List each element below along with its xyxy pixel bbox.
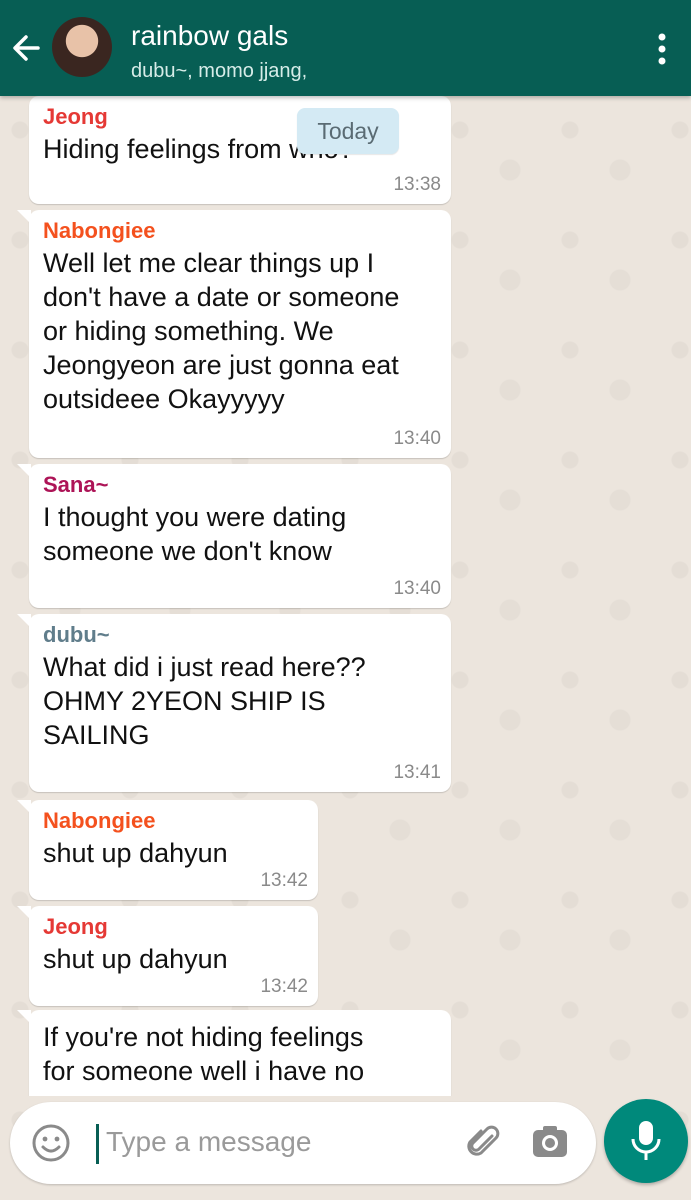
message-time: 13:40 (393, 428, 441, 449)
message-bubble[interactable]: Sana~ I thought you were dating someone … (17, 464, 451, 608)
text-cursor (96, 1124, 99, 1164)
message-bubble[interactable]: dubu~ What did i just read here?? OHMY 2… (17, 614, 451, 792)
message-sender: Jeong (43, 914, 108, 939)
message-sender: dubu~ (43, 622, 110, 647)
message-text: shut up dahyun (43, 944, 228, 974)
date-chip: Today (297, 108, 399, 154)
message-sender: Nabongiee (43, 218, 156, 243)
message-sender: Nabongiee (43, 808, 156, 833)
message-time: 13:38 (393, 174, 441, 195)
microphone-icon[interactable] (604, 1099, 688, 1183)
more-vert-icon[interactable] (650, 32, 674, 66)
message-time: 13:41 (393, 762, 441, 783)
message-text: Well let me clear things up I don't have… (43, 248, 400, 414)
chat-subtitle[interactable]: dubu~, momo jjang, (131, 60, 307, 83)
paperclip-icon[interactable] (464, 1122, 504, 1162)
message-text: I thought you were dating someone we don… (43, 502, 347, 566)
message-time: 13:40 (393, 578, 441, 599)
emoji-icon[interactable] (30, 1122, 72, 1164)
arrow-left-icon[interactable] (8, 28, 44, 68)
message-bubble[interactable]: Jeong shut up dahyun 13:42 (17, 906, 318, 1006)
message-list[interactable]: Today Jeong Hiding feelings from who? 13… (0, 96, 691, 1096)
chat-header: rainbow gals dubu~, momo jjang, (0, 0, 691, 96)
message-time: 13:42 (260, 976, 308, 997)
message-input[interactable]: Type a message (106, 1126, 311, 1158)
camera-icon[interactable] (530, 1122, 570, 1162)
message-text: shut up dahyun (43, 838, 228, 868)
message-sender: Jeong (43, 104, 108, 129)
message-text: If you're not hiding feelings for someon… (43, 1022, 365, 1086)
group-avatar[interactable] (52, 17, 112, 77)
chat-title[interactable]: rainbow gals (131, 20, 288, 52)
message-bubble[interactable]: If you're not hiding feelings for someon… (17, 1010, 451, 1096)
message-composer[interactable]: Type a message (10, 1102, 596, 1184)
message-time: 13:42 (260, 870, 308, 891)
message-text: What did i just read here?? OHMY 2YEON S… (43, 652, 366, 750)
message-bubble[interactable]: Nabongiee shut up dahyun 13:42 (17, 800, 318, 900)
message-bubble[interactable]: Nabongiee Well let me clear things up I … (17, 210, 451, 458)
message-sender: Sana~ (43, 472, 109, 497)
